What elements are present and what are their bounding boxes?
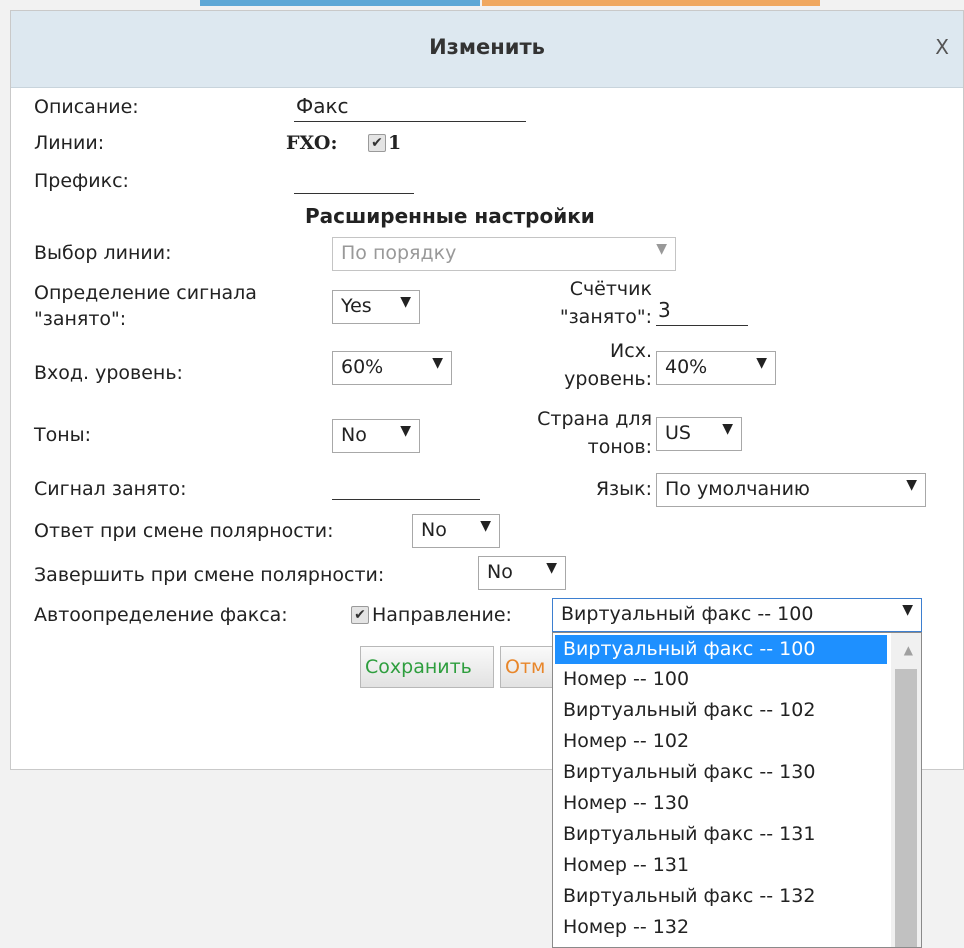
end-polarity-value: No	[487, 561, 513, 583]
dialog-title: Изменить	[429, 35, 545, 59]
dropdown-option[interactable]: Номер -- 130	[553, 788, 889, 819]
direction-dropdown-list[interactable]: Виртуальный факс -- 100 Номер -- 100 Вир…	[552, 632, 922, 948]
chevron-down-icon: ▼	[400, 423, 411, 439]
language-select[interactable]: По умолчанию ▼	[656, 473, 926, 507]
cancel-button[interactable]: Отм	[500, 646, 560, 688]
scrollbar-thumb[interactable]	[895, 669, 917, 947]
busy-signal-input[interactable]	[332, 472, 480, 500]
line-1-checkbox[interactable]: ✔	[368, 134, 386, 152]
dropdown-option[interactable]: Номер -- 132	[553, 912, 889, 943]
lines-label: Линии:	[34, 132, 105, 154]
tones-value: No	[341, 424, 367, 446]
chevron-down-icon: ▼	[656, 241, 667, 257]
busy-signal-label: Сигнал занято:	[34, 478, 187, 500]
fax-detect-checkbox[interactable]: ✔	[351, 606, 369, 624]
line-choice-select: По порядку ▼	[332, 237, 676, 271]
advanced-settings-title: Расширенные настройки	[305, 204, 595, 228]
busy-detect-label-line1: Определение сигнала	[34, 282, 257, 304]
dropdown-option[interactable]: Номер -- 131	[553, 850, 889, 881]
line-choice-label: Выбор линии:	[34, 242, 172, 264]
tone-country-select[interactable]: US ▼	[656, 417, 742, 451]
save-button[interactable]: Сохранить	[360, 646, 494, 688]
dropdown-option[interactable]: Виртуальный факс -- 100	[555, 635, 887, 664]
language-value: По умолчанию	[665, 478, 810, 500]
prefix-label: Префикс:	[34, 170, 129, 192]
prefix-input[interactable]	[294, 166, 414, 194]
background-button-orange	[482, 0, 820, 6]
dropdown-option[interactable]: Номер -- 102	[553, 726, 889, 757]
dropdown-option[interactable]: Номер -- 100	[553, 664, 889, 695]
direction-label: Направление:	[372, 604, 512, 626]
description-label: Описание:	[34, 96, 139, 118]
language-label: Язык:	[595, 478, 652, 500]
chevron-down-icon: ▼	[722, 421, 733, 437]
out-level-value: 40%	[665, 356, 708, 378]
answer-polarity-value: No	[421, 519, 447, 541]
chevron-down-icon: ▼	[902, 602, 913, 618]
chevron-down-icon: ▼	[546, 560, 557, 576]
close-button[interactable]: X	[935, 35, 949, 59]
chevron-down-icon: ▼	[480, 518, 491, 534]
description-input[interactable]: Факс	[294, 94, 526, 122]
direction-value: Виртуальный факс -- 100	[561, 603, 814, 625]
out-level-select[interactable]: 40% ▼	[656, 351, 776, 385]
scroll-up-icon[interactable]: ▲	[904, 643, 913, 657]
lines-type: FXO:	[286, 132, 338, 154]
dropdown-option[interactable]: Виртуальный факс -- 130	[553, 757, 889, 788]
dropdown-option[interactable]: Виртуальный факс -- 131	[553, 819, 889, 850]
chevron-down-icon: ▼	[756, 355, 767, 371]
fax-detect-label: Автоопределение факса:	[34, 604, 288, 626]
end-polarity-select[interactable]: No ▼	[478, 556, 566, 590]
busy-count-label-line1: Счётчик	[569, 278, 652, 300]
dropdown-option[interactable]: Виртуальный факс -- 132	[553, 881, 889, 912]
dropdown-scrollbar[interactable]: ▲	[891, 633, 921, 947]
in-level-value: 60%	[341, 356, 384, 378]
answer-polarity-label: Ответ при смене полярности:	[34, 520, 334, 542]
background-button-blue	[200, 0, 480, 6]
busy-detect-select[interactable]: Yes ▼	[332, 290, 420, 324]
tone-country-value: US	[665, 422, 691, 444]
out-level-label-line2: уровень:	[564, 368, 652, 390]
busy-count-label-line2: "занято":	[559, 306, 652, 328]
chevron-down-icon: ▼	[432, 355, 443, 371]
answer-polarity-select[interactable]: No ▼	[412, 514, 500, 548]
direction-select[interactable]: Виртуальный факс -- 100 ▼	[552, 598, 922, 632]
busy-detect-value: Yes	[341, 295, 372, 317]
tones-select[interactable]: No ▼	[332, 419, 420, 453]
end-polarity-label: Завершить при смене полярности:	[34, 564, 385, 586]
tone-country-label-line2: тонов:	[587, 436, 652, 458]
in-level-select[interactable]: 60% ▼	[332, 351, 452, 385]
line-choice-value: По порядку	[341, 242, 457, 264]
chevron-down-icon: ▼	[400, 294, 411, 310]
out-level-label-line1: Исх.	[610, 340, 652, 362]
dialog-header: Изменить X	[11, 11, 963, 88]
tone-country-label-line1: Страна для	[537, 408, 652, 430]
in-level-label: Вход. уровень:	[34, 362, 183, 384]
tones-label: Тоны:	[34, 424, 92, 446]
dropdown-option[interactable]: Виртуальный факс -- 102	[553, 695, 889, 726]
chevron-down-icon: ▼	[906, 477, 917, 493]
line-1-number: 1	[388, 132, 402, 154]
busy-count-input[interactable]: 3	[656, 298, 748, 326]
busy-detect-label-line2: "занято":	[34, 308, 127, 330]
